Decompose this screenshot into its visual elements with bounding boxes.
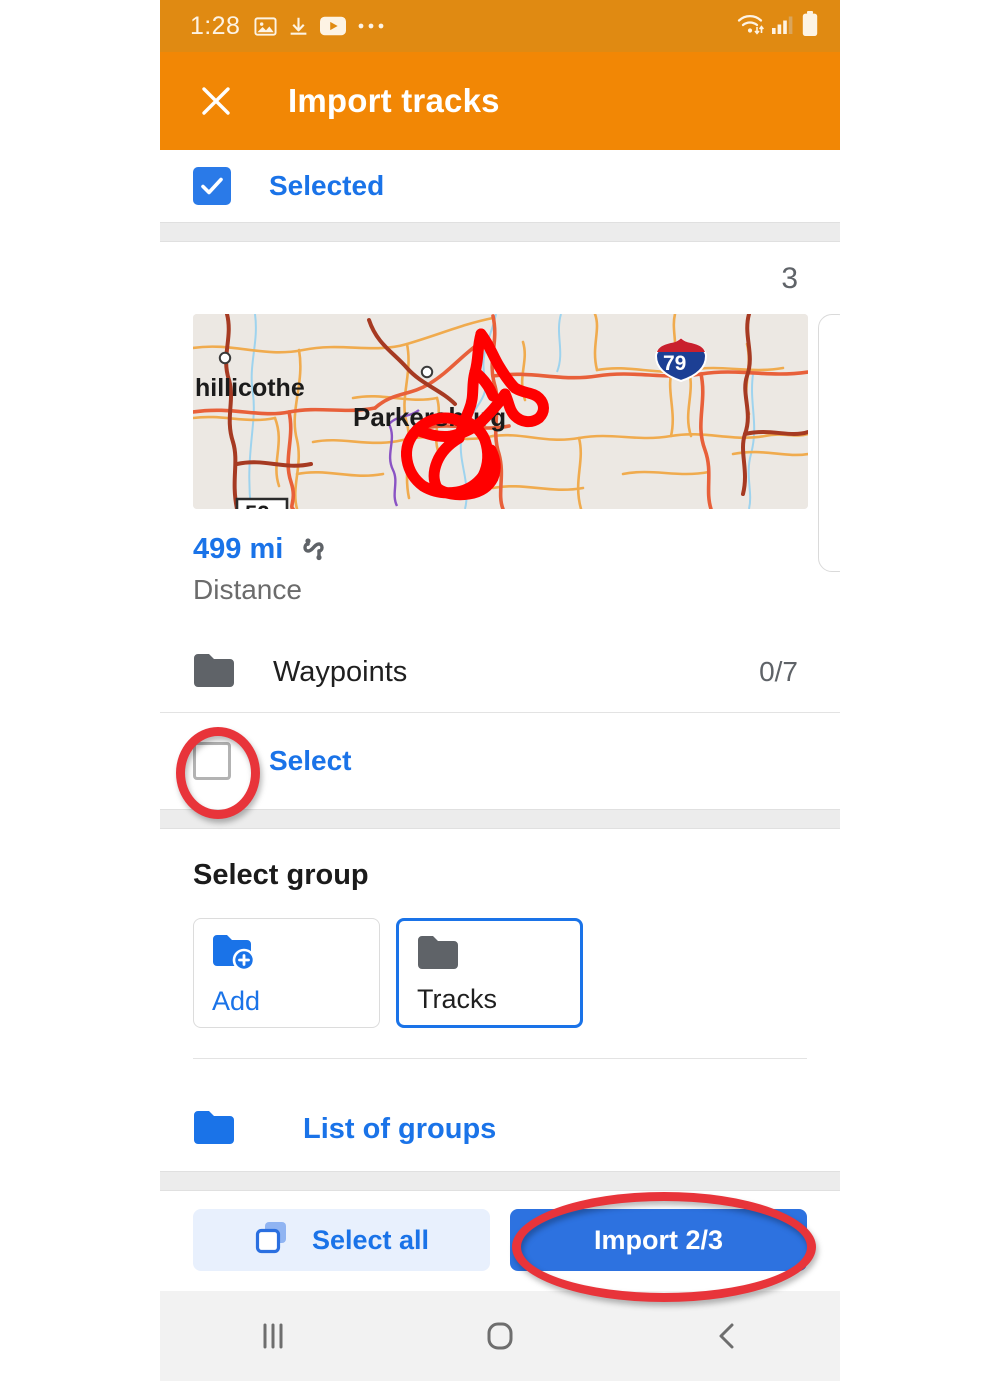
group-card-add-label: Add [212, 986, 261, 1016]
svg-text:79: 79 [663, 352, 686, 375]
distance-block: 499 mi Distance [160, 509, 840, 606]
select-all-label: Select all [311, 1224, 430, 1255]
close-icon[interactable] [194, 79, 238, 123]
distance-label: Distance [193, 574, 302, 605]
status-bar-time: 1:28 [190, 11, 241, 40]
folder-icon [193, 653, 235, 692]
waypoints-select-checkbox[interactable] [193, 742, 231, 780]
system-nav-bar [160, 1291, 840, 1381]
action-bar: Select all Import 2/3 [160, 1191, 840, 1291]
route-shield-52: 52 [235, 497, 289, 509]
overflow-dots-icon [357, 22, 385, 30]
waypoints-label: Waypoints [273, 655, 408, 688]
waypoints-select-label: Select [269, 745, 352, 776]
selected-row[interactable]: Selected [160, 150, 840, 222]
wifi-icon [736, 12, 765, 41]
home-icon[interactable] [455, 1301, 545, 1371]
waypoints-count: 0/7 [759, 656, 798, 687]
group-card-add[interactable]: Add [193, 918, 380, 1028]
select-group-section: Select group Add Tracks [160, 829, 840, 1028]
selected-label: Selected [269, 170, 385, 201]
svg-text:52: 52 [245, 501, 269, 509]
phone-screen: 1:28 Import tracks Selected 3 hillicothe… [160, 0, 840, 1388]
section-separator-3 [160, 1171, 840, 1191]
group-card-tracks-label: Tracks [417, 984, 497, 1014]
distance-value-row: 499 mi [193, 533, 840, 566]
group-card-tracks[interactable]: Tracks [396, 918, 583, 1028]
content-area: Selected 3 hillicothe Parkersburg 79 499… [160, 150, 840, 1381]
waypoints-spacer [160, 606, 840, 632]
waypoints-select-row[interactable]: Select [160, 713, 840, 809]
map-render: hillicothe Parkersburg 52 79 [193, 314, 808, 509]
select-group-title: Select group [193, 859, 369, 891]
track-count-label: 3 [781, 262, 798, 295]
list-of-groups-row[interactable]: List of groups [160, 1087, 840, 1171]
svg-text:hillicothe: hillicothe [195, 374, 305, 402]
section-separator [160, 222, 840, 242]
battery-icon [802, 10, 818, 42]
select-all-button[interactable]: Select all [193, 1209, 490, 1271]
winding-route-icon [301, 536, 327, 564]
recents-icon[interactable] [228, 1301, 318, 1371]
cellular-signal-icon [771, 13, 795, 40]
import-label: Import 2/3 [593, 1224, 724, 1255]
waypoints-row[interactable]: Waypoints 0/7 [160, 632, 840, 712]
page-title: Import tracks [288, 82, 500, 119]
selected-checkbox[interactable] [193, 167, 231, 205]
list-of-groups-label: List of groups [303, 1112, 497, 1145]
track-card-carousel[interactable]: 3 hillicothe Parkersburg 79 [160, 242, 840, 572]
duplicate-icon [254, 1220, 290, 1261]
next-track-card-edge[interactable] [818, 314, 840, 572]
group-card-list: Add Tracks [193, 918, 840, 1028]
status-bar-right-cluster [736, 10, 818, 42]
status-bar: 1:28 [160, 0, 840, 52]
group-section-divider [193, 1058, 807, 1059]
download-icon [288, 15, 309, 38]
back-icon[interactable] [682, 1301, 772, 1371]
folder-icon [417, 936, 459, 973]
video-play-icon [320, 16, 347, 36]
track-map-thumbnail[interactable]: hillicothe Parkersburg 52 79 [193, 314, 808, 509]
app-bar: Import tracks [160, 52, 840, 150]
import-button[interactable]: Import 2/3 [510, 1209, 807, 1271]
folder-icon [193, 1110, 235, 1149]
section-separator-2 [160, 809, 840, 829]
folder-add-icon [212, 935, 256, 975]
distance-value: 499 mi [193, 533, 284, 565]
image-icon [254, 15, 277, 38]
